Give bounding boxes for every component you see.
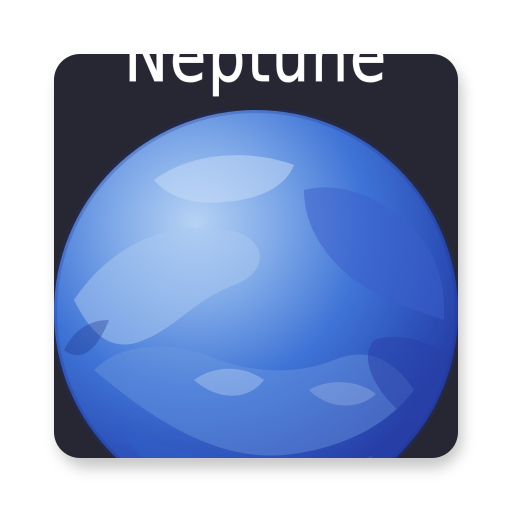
planet-icon	[54, 110, 458, 458]
neptune-app-icon[interactable]: Neptune	[54, 54, 458, 458]
app-icon-title: Neptune	[124, 54, 388, 98]
